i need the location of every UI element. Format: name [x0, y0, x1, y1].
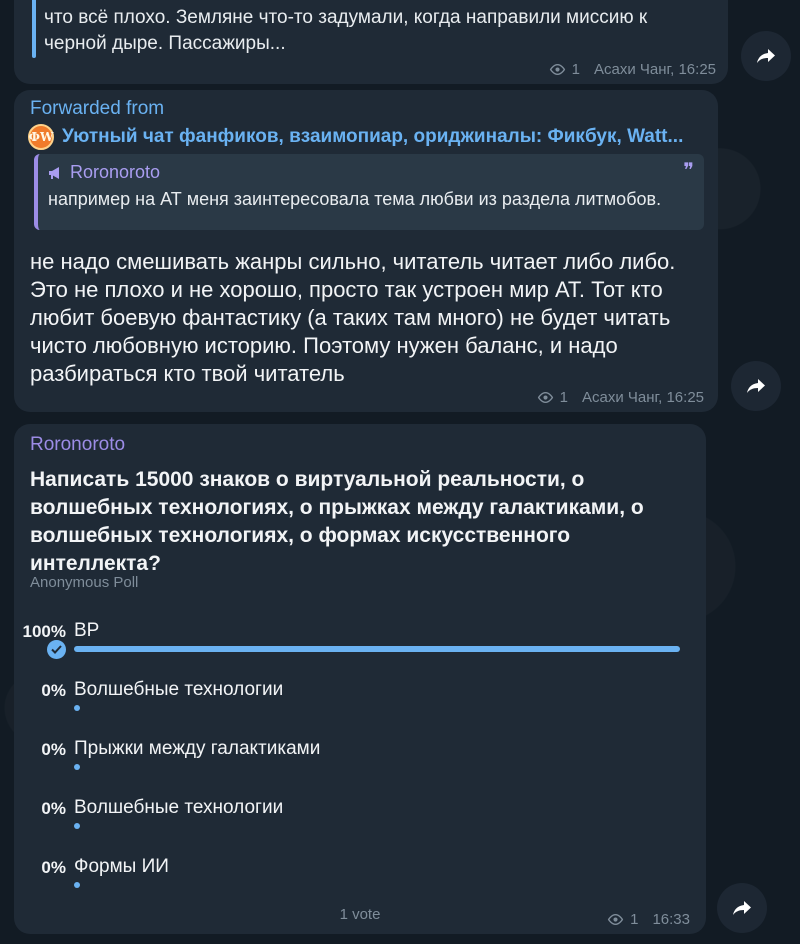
view-count: 1 [571, 61, 580, 78]
reply-author: Roronoroto [48, 162, 160, 183]
poll-option-percent: 0% [41, 858, 66, 877]
channel-avatar: ФW [28, 124, 54, 150]
message-author[interactable]: Roronoroto [30, 434, 125, 456]
poll-option-bar [74, 705, 80, 711]
vote-count[interactable]: 1 vote [14, 906, 706, 923]
message-time: 16:33 [652, 911, 690, 928]
reply-text: например на АТ меня заинтересовала тема … [48, 189, 662, 209]
message-bubble[interactable]: что всё плохо. Земляне что-то задумали, … [14, 0, 728, 84]
message-meta: 1 Асахи Чанг, 16:25 [549, 61, 716, 78]
share-button[interactable] [741, 31, 791, 81]
share-arrow-icon [757, 49, 775, 63]
forwarded-source[interactable]: ФW Уютный чат фанфиков, взаимопиар, орид… [28, 124, 712, 150]
message-text: не надо смешивать жанры сильно, читатель… [30, 249, 676, 386]
share-button[interactable] [731, 361, 781, 411]
poll-option[interactable]: 0% Волшебные технологии [14, 679, 706, 731]
share-arrow-icon [733, 901, 751, 915]
author-time: Асахи Чанг, 16:25 [593, 61, 716, 78]
poll-option-label: Волшебные технологии [74, 797, 284, 818]
poll-option[interactable]: 0% Прыжки между галактиками [14, 738, 706, 790]
forwarded-label: Forwarded from [30, 98, 165, 119]
author-time: Асахи Чанг, 16:25 [581, 389, 704, 406]
reply-author-name: Roronoroto [70, 162, 161, 182]
quote-icon: ❞ [683, 158, 694, 182]
poll-option-label: Формы ИИ [74, 856, 169, 877]
poll-option[interactable]: 0% Формы ИИ [14, 856, 706, 908]
poll-option[interactable]: 0% Волшебные технологии [14, 797, 706, 849]
view-count: 1 [559, 389, 568, 406]
message-meta: 1 Асахи Чанг, 16:25 [537, 389, 704, 406]
views-eye-icon [537, 392, 553, 403]
view-count: 1 [630, 911, 639, 928]
poll-option-label: Прыжки между галактиками [74, 738, 321, 759]
poll-option-label: ВР [74, 620, 100, 641]
reply-quote[interactable]: Roronoroto ❞ например на АТ меня заинтер… [34, 154, 704, 230]
poll-option-percent: 0% [41, 681, 66, 700]
message-meta: 1 16:33 [607, 911, 690, 928]
views-eye-icon [607, 914, 624, 925]
poll-type: Anonymous Poll [30, 574, 139, 591]
poll-option-percent: 0% [41, 799, 66, 818]
poll-option-bar [74, 764, 80, 770]
poll-option-bar [74, 882, 80, 888]
message-text: что всё плохо. Земляне что-то задумали, … [44, 7, 648, 54]
check-icon [47, 640, 66, 659]
poll-message-bubble[interactable]: Roronoroto Написать 15000 знаков о вирту… [14, 424, 706, 934]
poll-option[interactable]: 100% ВР [14, 620, 706, 672]
poll-option-bar [74, 823, 80, 829]
megaphone-icon [49, 166, 59, 179]
poll-option-percent: 100% [22, 622, 66, 641]
share-button[interactable] [717, 883, 767, 933]
views-eye-icon [549, 64, 565, 75]
poll-option-bar [74, 646, 680, 652]
poll-option-label: Волшебные технологии [74, 679, 284, 700]
quote-bar [32, 0, 36, 58]
forwarded-message-bubble[interactable]: Forwarded from ФW Уютный чат фанфиков, в… [14, 90, 718, 412]
forwarded-channel-name[interactable]: Уютный чат фанфиков, взаимопиар, ориджин… [62, 126, 712, 148]
poll-question: Написать 15000 знаков о виртуальной реал… [30, 468, 644, 575]
poll-option-percent: 0% [41, 740, 66, 759]
share-arrow-icon [747, 379, 765, 393]
